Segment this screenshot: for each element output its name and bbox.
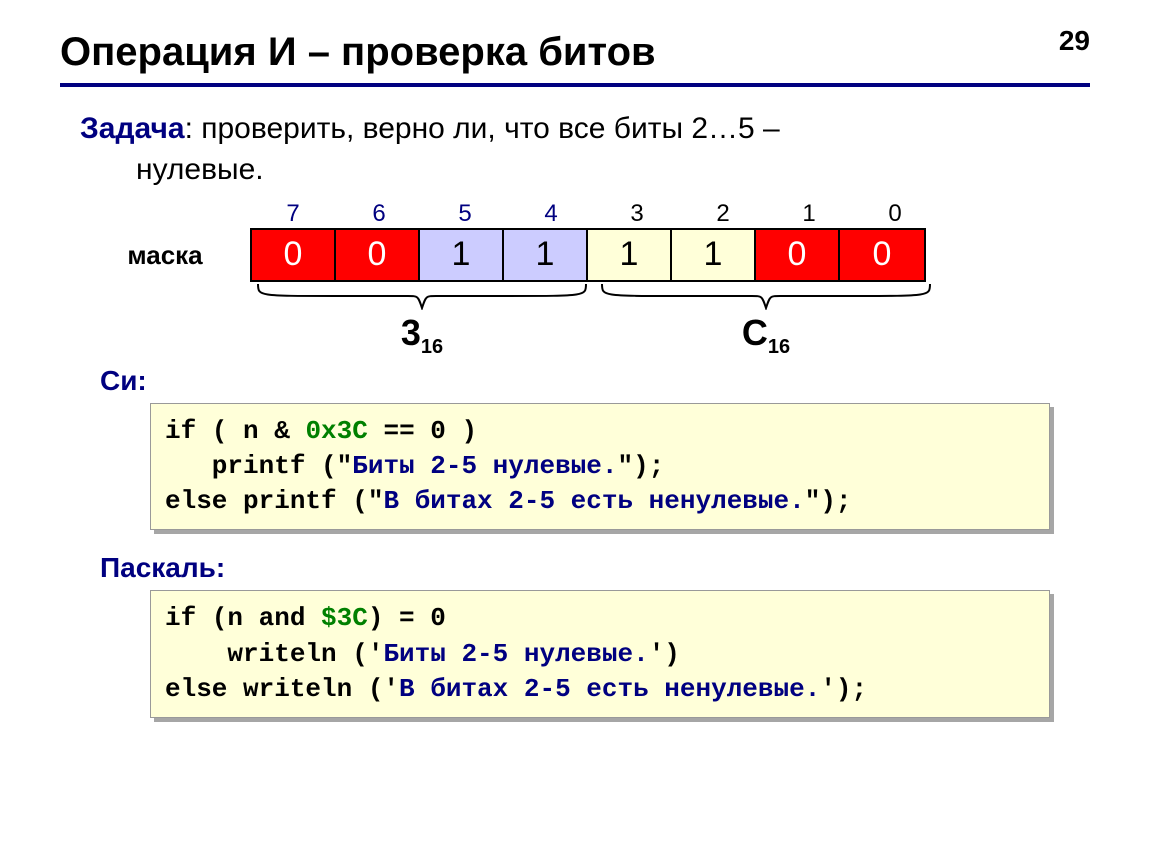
code-text: else printf (" — [165, 486, 383, 516]
code-text: ) = 0 — [368, 603, 462, 633]
hex-right-base: C — [742, 312, 768, 353]
bit-cell: 0 — [756, 230, 840, 280]
code-text: if ( n & — [165, 416, 305, 446]
code-text: == 0 ) — [368, 416, 477, 446]
bit-cell: 0 — [252, 230, 336, 280]
slide: 29 Операция И – проверка битов Задача: п… — [0, 0, 1150, 864]
bit-cell: 1 — [504, 230, 588, 280]
task-header: Задача — [80, 112, 185, 145]
hex-row: 316 C16 — [250, 312, 1090, 359]
bit-value-row: маска 0 0 1 1 1 1 0 0 — [80, 228, 1090, 282]
bit-index: 5 — [422, 200, 508, 228]
lang-c-label: Си: — [100, 365, 1090, 397]
code-text: ') — [649, 639, 680, 669]
hex-right: C16 — [594, 312, 938, 359]
bit-index: 6 — [336, 200, 422, 228]
hex-left-base: 3 — [401, 312, 421, 353]
bit-cell: 0 — [840, 230, 924, 280]
slide-title: Операция И – проверка битов — [60, 30, 1090, 75]
code-text: writeln (' — [165, 639, 383, 669]
bit-cells: 0 0 1 1 1 1 0 0 — [250, 228, 926, 282]
code-text: "); — [805, 486, 852, 516]
bit-index: 3 — [594, 200, 680, 228]
code-string: В битах 2-5 есть ненулевые. — [383, 486, 804, 516]
bit-index: 2 — [680, 200, 766, 228]
brace-icon — [250, 282, 594, 310]
code-text: "); — [617, 451, 664, 481]
bit-index: 4 — [508, 200, 594, 228]
code-c: if ( n & 0x3C == 0 ) printf ("Биты 2-5 н… — [150, 403, 1050, 530]
bit-cell: 1 — [588, 230, 672, 280]
task-line1: : проверить, верно ли, что все биты 2…5 … — [185, 112, 780, 145]
brace-icon — [594, 282, 938, 310]
code-text: if (n and — [165, 603, 321, 633]
hex-left-sub: 16 — [421, 336, 443, 358]
code-text: '); — [820, 674, 867, 704]
hex-left: 316 — [250, 312, 594, 359]
code-string: Биты 2-5 нулевые. — [383, 639, 648, 669]
code-pascal: if (n and $3C) = 0 writeln ('Биты 2-5 ну… — [150, 590, 1050, 717]
bit-index: 1 — [766, 200, 852, 228]
bit-cell: 1 — [672, 230, 756, 280]
code-text: else writeln (' — [165, 674, 399, 704]
bit-cell: 1 — [420, 230, 504, 280]
code-string: Биты 2-5 нулевые. — [352, 451, 617, 481]
mask-label: маска — [80, 240, 250, 271]
task-line2: нулевые. — [136, 150, 1090, 191]
lang-pascal-label: Паскаль: — [100, 552, 1090, 584]
code-hex: 0x3C — [305, 416, 367, 446]
hex-right-sub: 16 — [768, 336, 790, 358]
bit-cell: 0 — [336, 230, 420, 280]
code-text: printf (" — [165, 451, 352, 481]
bit-diagram: 7 6 5 4 3 2 1 0 маска 0 0 1 1 1 1 0 0 — [80, 200, 1090, 359]
page-number: 29 — [1059, 25, 1090, 57]
bit-index: 0 — [852, 200, 938, 228]
code-string: В битах 2-5 есть ненулевые. — [399, 674, 820, 704]
title-rule — [60, 83, 1090, 87]
bit-index: 7 — [250, 200, 336, 228]
code-hex: $3C — [321, 603, 368, 633]
brace-row — [250, 282, 1090, 310]
task-text: Задача: проверить, верно ли, что все бит… — [80, 109, 1090, 190]
bit-index-row: 7 6 5 4 3 2 1 0 — [250, 200, 1090, 228]
